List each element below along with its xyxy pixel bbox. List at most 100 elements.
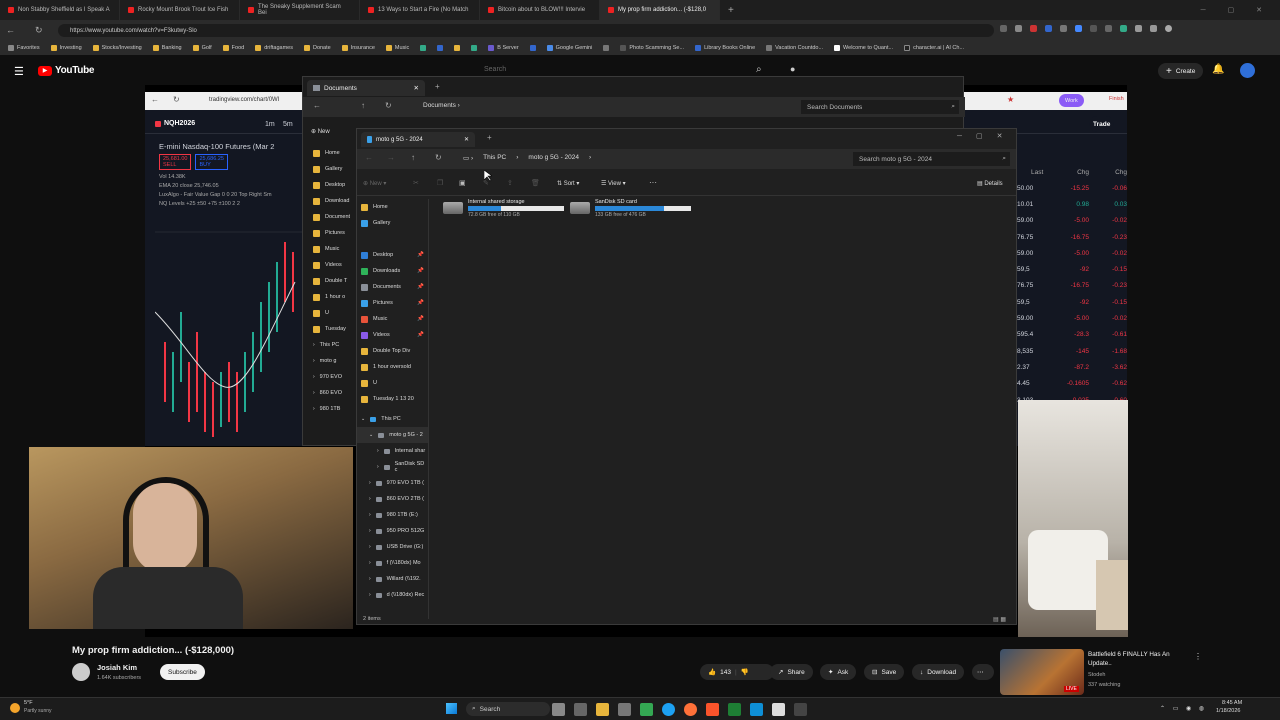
ask-button[interactable]: ✦ Ask [820, 664, 857, 680]
more-actions-button[interactable]: ⋯ [972, 664, 994, 680]
tree-item[interactable]: ⌄ moto g 5G - 2 [357, 427, 428, 443]
nav-item[interactable]: Download [309, 193, 359, 209]
watchlist-row[interactable]: 50.00 -15.25 -0.06 [1017, 180, 1127, 196]
nav-item[interactable]: 1 hour oversold [357, 359, 428, 375]
breadcrumb[interactable]: Documents › [423, 102, 460, 109]
browser-tab[interactable]: The Sneaky Supplement Scam Bei [240, 0, 360, 20]
details-button[interactable]: ▤ Details [977, 180, 1003, 187]
browser-extension-icons[interactable] [1000, 25, 1172, 32]
nav-item[interactable]: Downloads 📌 [357, 263, 428, 279]
bookmark[interactable] [437, 44, 444, 51]
buy-box[interactable]: 25,686.25 BUY [195, 154, 228, 170]
delete-icon[interactable]: 🗑 [531, 179, 540, 187]
clock-time[interactable]: 8:45 AM [1222, 700, 1242, 706]
watchlist-row[interactable]: 8,535 -145 -1.68 [1017, 343, 1127, 359]
interval-1m[interactable]: 1m [265, 121, 275, 128]
reload-icon[interactable]: ↻ [35, 25, 43, 36]
symbol-search[interactable]: NQH2026 [155, 120, 195, 127]
tv-url[interactable]: tradingview.com/chart/0WI [209, 97, 279, 103]
browser-tab[interactable]: Non Stabby Sheffield as I Speak A [0, 0, 120, 20]
bookmark[interactable]: Favorites [8, 44, 40, 51]
bookmark[interactable]: Vacation Countdo... [766, 44, 823, 51]
bookmark[interactable] [454, 44, 461, 51]
tree-item[interactable]: › Willard (\\192. [357, 571, 428, 587]
finish-badge[interactable]: Finish [1109, 96, 1124, 102]
tree-item[interactable]: › f (\\180dx) Mo [357, 555, 428, 571]
taskbar-apps[interactable] [552, 703, 807, 716]
bookmark[interactable]: Stocks/Investing [92, 44, 142, 51]
tree-item[interactable]: › SanDisk SD c [357, 459, 428, 475]
view-toggle-icons[interactable]: ▤ ▦ [993, 616, 1006, 623]
window-controls[interactable]: ─ ▢ ✕ [1201, 6, 1280, 14]
tree-item[interactable]: › 950 PRO 512G [357, 523, 428, 539]
nav-item[interactable]: Music 📌 [357, 311, 428, 327]
tree-item[interactable]: › 980 1TB [309, 401, 359, 417]
tree-item[interactable]: › 860 EVO 2TB ( [357, 491, 428, 507]
sort-button[interactable]: ⇅ Sort ▾ [557, 180, 579, 187]
sell-box[interactable]: 25,681.00 SELL [159, 154, 192, 170]
bookmark[interactable] [529, 44, 536, 51]
youtube-logo[interactable]: ▶ YouTube [38, 65, 95, 76]
refresh-icon[interactable]: ↻ [385, 101, 392, 110]
recommended-title[interactable]: Battlefield 6 FINALLY Has An Update.. [1088, 651, 1184, 668]
bookmark[interactable]: Banking [152, 44, 182, 51]
new-tab-icon[interactable]: + [435, 82, 440, 91]
bookmark[interactable]: Food [222, 44, 244, 51]
pin-icon[interactable]: 📌 [417, 300, 428, 306]
pin-icon[interactable]: 📌 [417, 252, 428, 258]
create-button[interactable]: + Create [1158, 63, 1204, 79]
nav-item[interactable]: Videos [309, 257, 359, 273]
nav-item[interactable]: U [309, 305, 359, 321]
bookmark[interactable] [471, 44, 478, 51]
bookmark[interactable]: Music [385, 44, 409, 51]
nav-item[interactable]: Tuesday [309, 321, 359, 337]
tree-item[interactable]: › 970 EVO 1TB ( [357, 475, 428, 491]
start-icon[interactable] [446, 703, 457, 714]
watchlist-row[interactable]: 76.75 -16.75 -0.23 [1017, 229, 1127, 245]
view-button[interactable]: ☰ View ▾ [601, 180, 626, 187]
nav-item[interactable]: Double T [309, 273, 359, 289]
back-icon[interactable]: ← [151, 95, 159, 104]
recommended-thumbnail[interactable]: LIVE [1000, 649, 1084, 695]
pin-icon[interactable]: 📌 [417, 316, 428, 322]
explorer-tab[interactable]: Documents ✕ [307, 80, 425, 96]
nav-item[interactable]: Home [357, 199, 428, 215]
tree-item[interactable]: › USB Drive (G:) [357, 539, 428, 555]
tree-item[interactable]: ⌄ This PC [357, 411, 428, 427]
bookmark[interactable]: B Server [488, 44, 519, 51]
bookmark[interactable]: Welcome to Quant... [834, 44, 893, 51]
notifications-icon[interactable]: 🔔 [1212, 64, 1224, 75]
drive-tile[interactable]: SanDisk SD card 133 GB free of 476 GB [570, 199, 691, 218]
breadcrumb-this-pc[interactable]: This PC [483, 154, 506, 162]
watchlist-row[interactable]: 2.37 -87.2 -3.62 [1017, 359, 1127, 375]
more-vert-icon[interactable]: ⋮ [1194, 652, 1202, 661]
new-button[interactable]: ⊕ New [311, 128, 330, 135]
pin-icon[interactable]: 📌 [417, 332, 428, 338]
up-icon[interactable]: ↑ [361, 101, 365, 110]
copy-icon[interactable]: ❐ [437, 179, 443, 187]
download-button[interactable]: ↓ Download [912, 664, 965, 680]
drive-tile[interactable]: Internal shared storage 72.8 GB free of … [443, 199, 564, 218]
subscribe-button[interactable]: Subscribe [160, 664, 205, 680]
bookmark[interactable] [603, 44, 610, 51]
pin-icon[interactable]: 📌 [417, 284, 428, 290]
tree-item[interactable]: › 860 EVO [309, 385, 359, 401]
tree-item[interactable]: › This PC [309, 337, 359, 353]
window-controls[interactable]: ─▢✕ [957, 132, 1016, 140]
new-tab-icon[interactable]: + [728, 5, 734, 16]
refresh-icon[interactable]: ↻ [435, 153, 442, 162]
search-field[interactable]: Search moto g 5G - 2024 ⌕ [853, 152, 1010, 166]
close-icon[interactable]: ✕ [464, 136, 475, 143]
browser-tab[interactable]: Bitcoin about to BLOW!!! Intervie [480, 0, 600, 20]
star-icon[interactable]: ★ [1007, 95, 1014, 104]
bookmark[interactable] [420, 44, 427, 51]
nav-item[interactable]: Pictures [309, 225, 359, 241]
breadcrumb[interactable]: ▭ › This PC › moto g 5G - 2024 › [463, 154, 591, 162]
taskbar-search[interactable]: ⌕ Search [466, 702, 550, 716]
nav-item[interactable]: Music [309, 241, 359, 257]
trade-button[interactable]: Trade [1089, 116, 1115, 132]
nav-item[interactable]: Desktop 📌 [357, 247, 428, 263]
nav-item[interactable]: Documents 📌 [357, 279, 428, 295]
bookmark[interactable]: Photo Scamming Se... [620, 44, 684, 51]
nav-item[interactable]: Desktop [309, 177, 359, 193]
